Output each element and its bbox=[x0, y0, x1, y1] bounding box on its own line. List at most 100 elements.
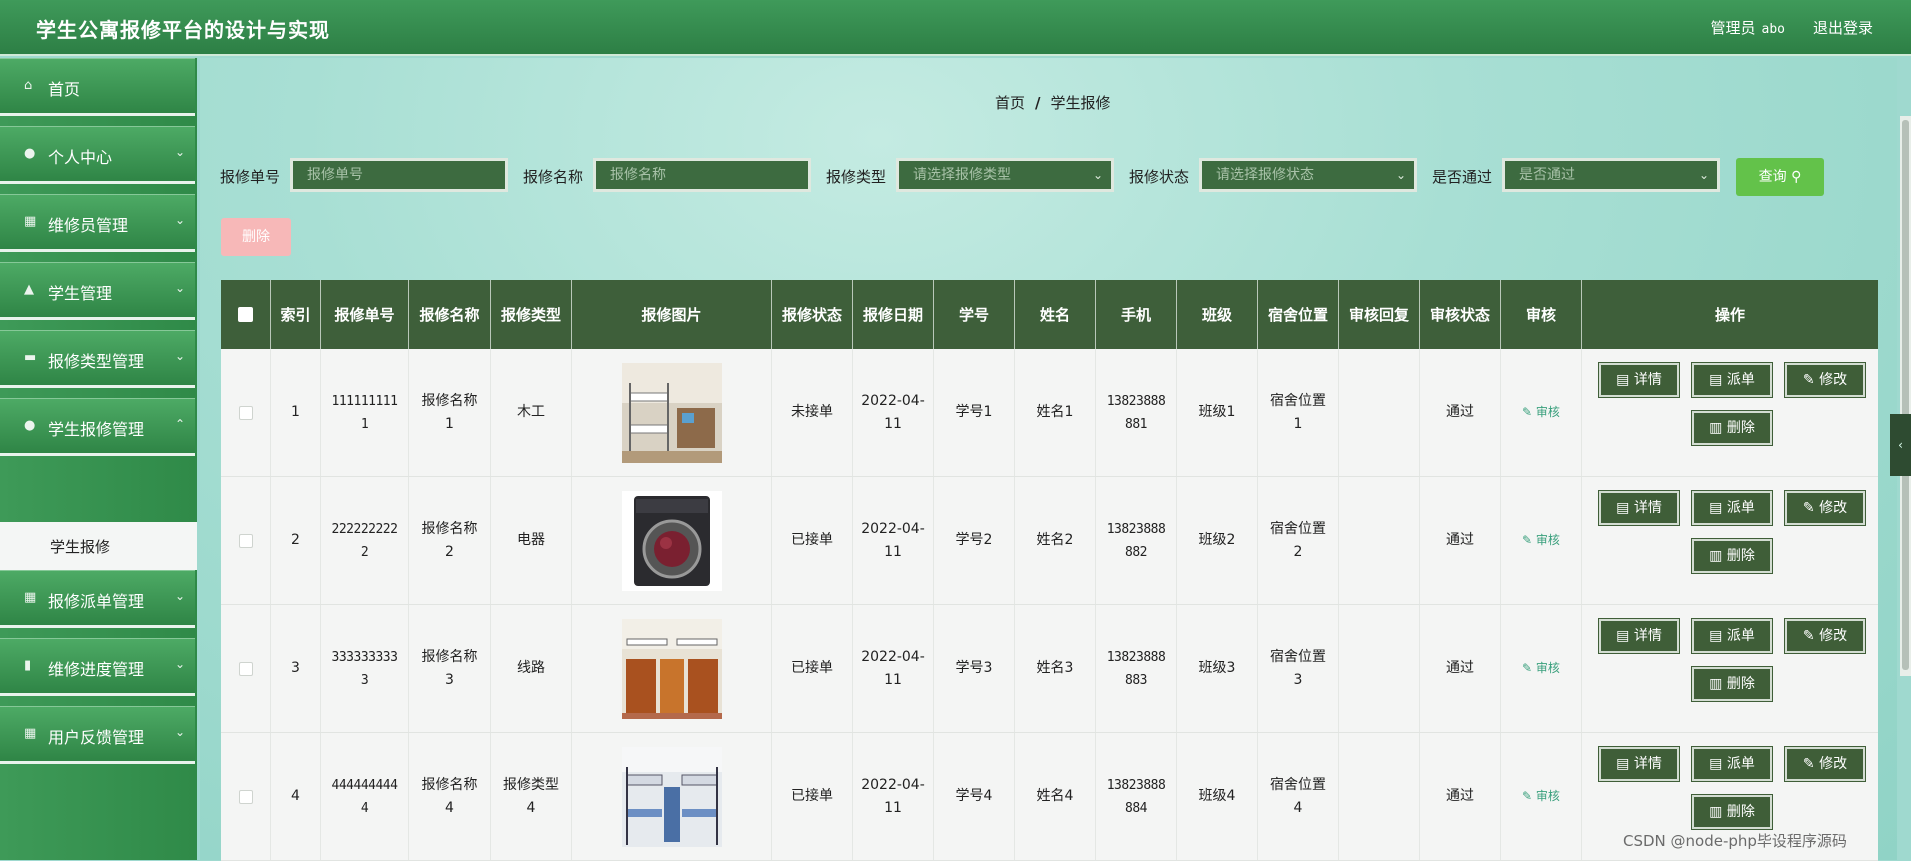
breadcrumb: 首页 / 学生报修 bbox=[995, 92, 1111, 113]
select-all-checkbox[interactable] bbox=[238, 307, 253, 322]
sidebar-subitem-label: 学生报修 bbox=[50, 538, 111, 556]
grid-icon: ▦ bbox=[24, 214, 37, 229]
audit-link[interactable]: ✎ 审核 bbox=[1522, 657, 1560, 680]
sidebar-item-repair-type-mgmt[interactable]: ▬ 报修类型管理 ⌄ bbox=[0, 330, 195, 388]
table-row: 1 111111111 1 报修名称 1 木工 未接单 2022-04- 11 学号1 姓名1 138… bbox=[221, 349, 1878, 477]
th-phone: 手机 bbox=[1096, 280, 1177, 349]
repair-name-line2: 1 bbox=[445, 415, 454, 432]
repair-status-select[interactable]: 请选择报修状态 ⌄ bbox=[1199, 158, 1417, 192]
repair-name-input[interactable]: 报修名称 bbox=[593, 158, 811, 192]
edit-button[interactable]: ✎ 修改 bbox=[1784, 490, 1866, 526]
sidebar-subitem-student-repair[interactable]: 学生报修 bbox=[0, 522, 197, 570]
app-title: 学生公寓报修平台的设计与实现 bbox=[36, 18, 330, 42]
audit-link-label: 审核 bbox=[1535, 661, 1560, 675]
table-cell: 学号1 bbox=[934, 349, 1015, 476]
repair-date-line2: 11 bbox=[884, 543, 902, 560]
select-all-cell bbox=[221, 280, 271, 349]
detail-button[interactable]: ▤ 详情 bbox=[1598, 490, 1680, 526]
sidebar-item-feedback-mgmt[interactable]: ▦ 用户反馈管理 ⌄ bbox=[0, 706, 195, 764]
delete-button[interactable]: ▥ 删除 bbox=[1691, 538, 1773, 574]
row-checkbox[interactable] bbox=[238, 405, 253, 420]
repair-name-line1: 报修名称 bbox=[421, 776, 478, 793]
user-icon: ● bbox=[24, 418, 36, 433]
repair-no-input[interactable]: 报修单号 bbox=[290, 158, 508, 192]
repair-date-line1: 2022-04- bbox=[861, 392, 925, 409]
audit-link[interactable]: ✎ 审核 bbox=[1522, 401, 1560, 424]
th-name: 姓名 bbox=[1015, 280, 1096, 349]
user-role: 管理员 bbox=[1710, 19, 1756, 37]
sidebar-item-progress-mgmt[interactable]: ▮ 维修进度管理 ⌄ bbox=[0, 638, 195, 696]
scrollbar-thumb[interactable] bbox=[1902, 120, 1909, 670]
table-cell: 2022-04- 11 bbox=[853, 349, 934, 476]
edit-icon: ✎ bbox=[1522, 661, 1536, 675]
table-cell bbox=[572, 605, 772, 732]
row-checkbox[interactable] bbox=[238, 789, 253, 804]
table-cell: ✎ 审核 bbox=[1501, 605, 1582, 732]
dispatch-button[interactable]: ▤ 派单 bbox=[1691, 746, 1773, 782]
passed-label: 是否通过 bbox=[1432, 168, 1493, 186]
table-cell: 通过 bbox=[1420, 605, 1501, 732]
table-cell: 报修名称 4 bbox=[409, 733, 491, 860]
repair-type-line2: 4 bbox=[526, 799, 536, 816]
detail-button[interactable]: ▤ 详情 bbox=[1598, 746, 1680, 782]
delete-button-label: 删除 bbox=[1726, 548, 1755, 564]
logout-link[interactable]: 退出登录 bbox=[1813, 17, 1873, 38]
vertical-scrollbar[interactable] bbox=[1900, 116, 1911, 676]
search-button[interactable]: 查询 ⚲ bbox=[1736, 158, 1824, 196]
table-cell: 学号3 bbox=[934, 605, 1015, 732]
dispatch-button[interactable]: ▤ 派单 bbox=[1691, 618, 1773, 654]
cell-index: 2 bbox=[291, 532, 300, 548]
table-cell: 13823888 881 bbox=[1096, 349, 1177, 476]
audit-link[interactable]: ✎ 审核 bbox=[1522, 785, 1560, 808]
edit-button[interactable]: ✎ 修改 bbox=[1784, 746, 1866, 782]
sidebar-item-dispatch-mgmt[interactable]: ▦ 报修派单管理 ⌄ bbox=[0, 570, 195, 628]
delete-button[interactable]: ▥ 删除 bbox=[1691, 666, 1773, 702]
edit-button[interactable]: ✎ 修改 bbox=[1784, 618, 1866, 654]
detail-button[interactable]: ▤ 详情 bbox=[1598, 618, 1680, 654]
edit-button[interactable]: ✎ 修改 bbox=[1784, 362, 1866, 398]
th-repair-name: 报修名称 bbox=[409, 280, 491, 349]
cell-repair-type: 报修类型 4 bbox=[503, 774, 559, 820]
row-checkbox[interactable] bbox=[238, 533, 253, 548]
repair-photo-washing-machine bbox=[621, 490, 722, 591]
repair-date-line1: 2022-04- bbox=[861, 776, 925, 793]
cell-repair-name: 报修名称 2 bbox=[422, 518, 478, 564]
delete-button[interactable]: ▥ 删除 bbox=[1691, 794, 1773, 830]
detail-button[interactable]: ▤ 详情 bbox=[1598, 362, 1680, 398]
table-cell: 2 bbox=[271, 477, 321, 604]
sidebar-item-label: 维修进度管理 bbox=[48, 660, 145, 679]
table-cell: 班级3 bbox=[1177, 605, 1258, 732]
delete-button[interactable]: ▥ 删除 bbox=[1691, 410, 1773, 446]
batch-delete-button[interactable]: 删除 bbox=[221, 218, 291, 256]
row-checkbox[interactable] bbox=[238, 661, 253, 676]
detail-button-label: 详情 bbox=[1633, 500, 1662, 516]
table-cell: 姓名3 bbox=[1015, 605, 1096, 732]
dorm-line2: 3 bbox=[1293, 671, 1303, 688]
sidebar-item-student-repair-mgmt[interactable]: ● 学生报修管理 ⌃ bbox=[0, 398, 195, 456]
cell-phone: 13823888 881 bbox=[1107, 390, 1166, 436]
delete-button-label: 删除 bbox=[1726, 420, 1755, 436]
repair-no-line2: 1 bbox=[360, 416, 369, 432]
table-cell: 444444444 4 bbox=[321, 733, 409, 860]
breadcrumb-home[interactable]: 首页 bbox=[995, 94, 1025, 112]
chevron-down-icon: ⌄ bbox=[174, 349, 185, 363]
sidebar-item-student-mgmt[interactable]: ▲ 学生管理 ⌄ bbox=[0, 262, 195, 320]
table-cell bbox=[1339, 349, 1420, 476]
edit-button-label: 修改 bbox=[1819, 756, 1848, 772]
sidebar-item-repairman-mgmt[interactable]: ▦ 维修员管理 ⌄ bbox=[0, 194, 195, 252]
dispatch-button[interactable]: ▤ 派单 bbox=[1691, 490, 1773, 526]
sidebar-item-personal-center[interactable]: ● 个人中心 ⌄ bbox=[0, 126, 195, 184]
audit-link[interactable]: ✎ 审核 bbox=[1522, 529, 1560, 552]
passed-select[interactable]: 是否通过 ⌄ bbox=[1502, 158, 1720, 192]
collapse-panel-tab[interactable]: ‹ bbox=[1890, 414, 1911, 476]
repair-type-select[interactable]: 请选择报修类型 ⌄ bbox=[896, 158, 1114, 192]
repair-type-line1: 报修类型 bbox=[503, 776, 559, 793]
sidebar-item-home[interactable]: ⌂ 首页 bbox=[0, 58, 195, 116]
table-cell: 报修名称 3 bbox=[409, 605, 491, 732]
table-cell: 3 bbox=[271, 605, 321, 732]
table-cell: 报修名称 2 bbox=[409, 477, 491, 604]
current-user: 管理员 abo bbox=[1711, 17, 1786, 38]
dispatch-button[interactable]: ▤ 派单 bbox=[1691, 362, 1773, 398]
repair-name-line1: 报修名称 bbox=[421, 392, 478, 409]
search-button-label: 查询 bbox=[1758, 169, 1787, 185]
